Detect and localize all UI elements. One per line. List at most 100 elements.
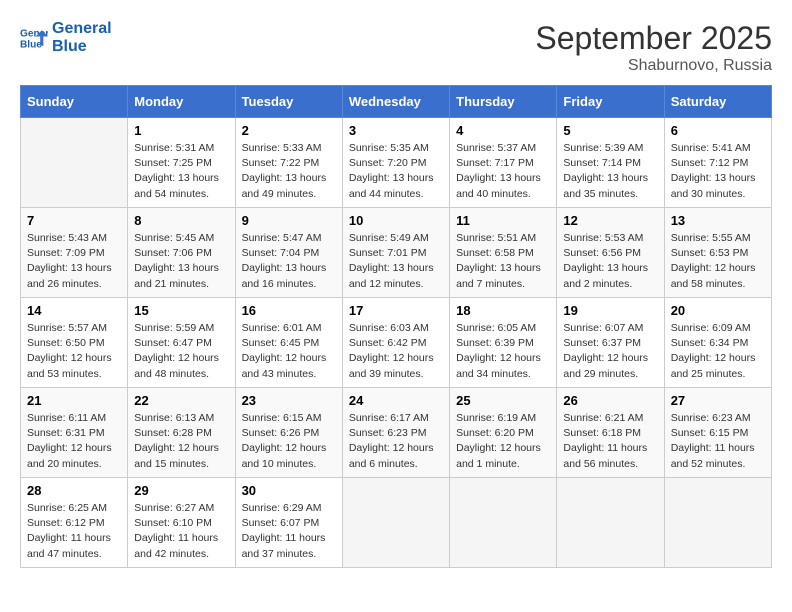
day-number: 16 (242, 303, 336, 318)
weekday-row: SundayMondayTuesdayWednesdayThursdayFrid… (21, 86, 772, 118)
calendar-week: 7Sunrise: 5:43 AMSunset: 7:09 PMDaylight… (21, 208, 772, 298)
day-number: 11 (456, 213, 550, 228)
calendar-cell: 11 Sunrise: 5:51 AMSunset: 6:58 PMDayligh… (450, 208, 557, 298)
day-number: 12 (563, 213, 657, 228)
weekday-header: Wednesday (342, 86, 449, 118)
day-number: 6 (671, 123, 765, 138)
day-info: Sunrise: 6:13 AMSunset: 6:28 PMDaylight:… (134, 411, 228, 472)
day-number: 9 (242, 213, 336, 228)
calendar-cell: 16Sunrise: 6:01 AMSunset: 6:45 PMDayligh… (235, 298, 342, 388)
calendar-cell: 23Sunrise: 6:15 AMSunset: 6:26 PMDayligh… (235, 388, 342, 478)
day-info: Sunrise: 5:31 AMSunset: 7:25 PMDaylight:… (134, 141, 228, 202)
day-info: Sunrise: 6:03 AMSunset: 6:42 PMDaylight:… (349, 321, 443, 382)
calendar-cell: 4 Sunrise: 5:37 AMSunset: 7:17 PMDaylight… (450, 118, 557, 208)
calendar-cell: 20 Sunrise: 6:09 AMSunset: 6:34 PMDayligh… (664, 298, 771, 388)
day-number: 4 (456, 123, 550, 138)
day-number: 23 (242, 393, 336, 408)
day-info: Sunrise: 6:11 AMSunset: 6:31 PMDaylight:… (27, 411, 121, 472)
calendar-cell: 29 Sunrise: 6:27 AMSunset: 6:10 PMDayligh… (128, 478, 235, 568)
day-info: Sunrise: 6:19 AMSunset: 6:20 PMDaylight:… (456, 411, 550, 472)
day-number: 21 (27, 393, 121, 408)
svg-text:Blue: Blue (20, 39, 42, 50)
calendar-cell: 5 Sunrise: 5:39 AMSunset: 7:14 PMDaylight… (557, 118, 664, 208)
day-number: 29 (134, 483, 228, 498)
calendar-cell: 1 Sunrise: 5:31 AMSunset: 7:25 PMDaylight… (128, 118, 235, 208)
calendar-header: SundayMondayTuesdayWednesdayThursdayFrid… (21, 86, 772, 118)
calendar-cell: 17 Sunrise: 6:03 AMSunset: 6:42 PMDayligh… (342, 298, 449, 388)
day-info: Sunrise: 6:07 AMSunset: 6:37 PMDaylight:… (563, 321, 657, 382)
day-number: 13 (671, 213, 765, 228)
calendar-cell (557, 478, 664, 568)
calendar-cell: 30 Sunrise: 6:29 AMSunset: 6:07 PMDayligh… (235, 478, 342, 568)
day-info: Sunrise: 5:57 AMSunset: 6:50 PMDaylight:… (27, 321, 121, 382)
logo-icon: General Blue (20, 24, 48, 52)
day-number: 14 (27, 303, 121, 318)
calendar-cell: 22 Sunrise: 6:13 AMSunset: 6:28 PMDayligh… (128, 388, 235, 478)
day-info: Sunrise: 5:35 AMSunset: 7:20 PMDaylight:… (349, 141, 443, 202)
day-number: 5 (563, 123, 657, 138)
day-info: Sunrise: 5:45 AMSunset: 7:06 PMDaylight:… (134, 231, 228, 292)
calendar-cell (450, 478, 557, 568)
day-number: 1 (134, 123, 228, 138)
calendar-cell: 25Sunrise: 6:19 AMSunset: 6:20 PMDayligh… (450, 388, 557, 478)
weekday-header: Monday (128, 86, 235, 118)
calendar-cell: 14 Sunrise: 5:57 AMSunset: 6:50 PMDayligh… (21, 298, 128, 388)
day-number: 15 (134, 303, 228, 318)
calendar-cell (664, 478, 771, 568)
day-number: 3 (349, 123, 443, 138)
day-number: 20 (671, 303, 765, 318)
calendar-cell: 9 Sunrise: 5:47 AMSunset: 7:04 PMDaylight… (235, 208, 342, 298)
calendar-cell: 8 Sunrise: 5:45 AMSunset: 7:06 PMDaylight… (128, 208, 235, 298)
day-info: Sunrise: 6:29 AMSunset: 6:07 PMDaylight:… (242, 501, 336, 562)
calendar-week: 1 Sunrise: 5:31 AMSunset: 7:25 PMDaylight… (21, 118, 772, 208)
day-number: 8 (134, 213, 228, 228)
day-number: 28 (27, 483, 121, 498)
calendar-cell: 24Sunrise: 6:17 AMSunset: 6:23 PMDayligh… (342, 388, 449, 478)
day-number: 18 (456, 303, 550, 318)
day-info: Sunrise: 5:39 AMSunset: 7:14 PMDaylight:… (563, 141, 657, 202)
calendar-cell (342, 478, 449, 568)
month-title: September 2025 (535, 20, 772, 57)
calendar-cell: 12 Sunrise: 5:53 AMSunset: 6:56 PMDayligh… (557, 208, 664, 298)
day-info: Sunrise: 5:51 AMSunset: 6:58 PMDaylight:… (456, 231, 550, 292)
day-number: 26 (563, 393, 657, 408)
day-info: Sunrise: 5:59 AMSunset: 6:47 PMDaylight:… (134, 321, 228, 382)
day-info: Sunrise: 6:27 AMSunset: 6:10 PMDaylight:… (134, 501, 228, 562)
day-number: 19 (563, 303, 657, 318)
calendar-cell: 15 Sunrise: 5:59 AMSunset: 6:47 PMDayligh… (128, 298, 235, 388)
calendar-week: 14 Sunrise: 5:57 AMSunset: 6:50 PMDayligh… (21, 298, 772, 388)
day-number: 27 (671, 393, 765, 408)
day-info: Sunrise: 5:49 AMSunset: 7:01 PMDaylight:… (349, 231, 443, 292)
day-info: Sunrise: 6:05 AMSunset: 6:39 PMDaylight:… (456, 321, 550, 382)
weekday-header: Tuesday (235, 86, 342, 118)
title-block: September 2025 Shaburnovo, Russia (535, 20, 772, 75)
calendar-cell: 21 Sunrise: 6:11 AMSunset: 6:31 PMDayligh… (21, 388, 128, 478)
calendar-cell: 7Sunrise: 5:43 AMSunset: 7:09 PMDaylight… (21, 208, 128, 298)
day-info: Sunrise: 6:21 AMSunset: 6:18 PMDaylight:… (563, 411, 657, 472)
calendar-cell: 6Sunrise: 5:41 AMSunset: 7:12 PMDaylight… (664, 118, 771, 208)
logo: General Blue GeneralBlue (20, 20, 112, 55)
calendar-cell: 19 Sunrise: 6:07 AMSunset: 6:37 PMDayligh… (557, 298, 664, 388)
day-info: Sunrise: 6:25 AMSunset: 6:12 PMDaylight:… (27, 501, 121, 562)
day-number: 22 (134, 393, 228, 408)
day-info: Sunrise: 5:53 AMSunset: 6:56 PMDaylight:… (563, 231, 657, 292)
calendar-cell: 26 Sunrise: 6:21 AMSunset: 6:18 PMDayligh… (557, 388, 664, 478)
day-number: 17 (349, 303, 443, 318)
calendar-cell: 3 Sunrise: 5:35 AMSunset: 7:20 PMDaylight… (342, 118, 449, 208)
calendar-body: 1 Sunrise: 5:31 AMSunset: 7:25 PMDaylight… (21, 118, 772, 568)
calendar-cell: 13Sunrise: 5:55 AMSunset: 6:53 PMDayligh… (664, 208, 771, 298)
calendar-week: 21 Sunrise: 6:11 AMSunset: 6:31 PMDayligh… (21, 388, 772, 478)
day-number: 30 (242, 483, 336, 498)
calendar-cell: 27 Sunrise: 6:23 AMSunset: 6:15 PMDayligh… (664, 388, 771, 478)
day-info: Sunrise: 5:37 AMSunset: 7:17 PMDaylight:… (456, 141, 550, 202)
weekday-header: Saturday (664, 86, 771, 118)
day-info: Sunrise: 5:47 AMSunset: 7:04 PMDaylight:… (242, 231, 336, 292)
calendar-cell: 10 Sunrise: 5:49 AMSunset: 7:01 PMDayligh… (342, 208, 449, 298)
day-number: 10 (349, 213, 443, 228)
day-info: Sunrise: 6:23 AMSunset: 6:15 PMDaylight:… (671, 411, 765, 472)
day-info: Sunrise: 6:09 AMSunset: 6:34 PMDaylight:… (671, 321, 765, 382)
location: Shaburnovo, Russia (535, 57, 772, 75)
day-number: 7 (27, 213, 121, 228)
calendar-week: 28 Sunrise: 6:25 AMSunset: 6:12 PMDayligh… (21, 478, 772, 568)
calendar-cell (21, 118, 128, 208)
